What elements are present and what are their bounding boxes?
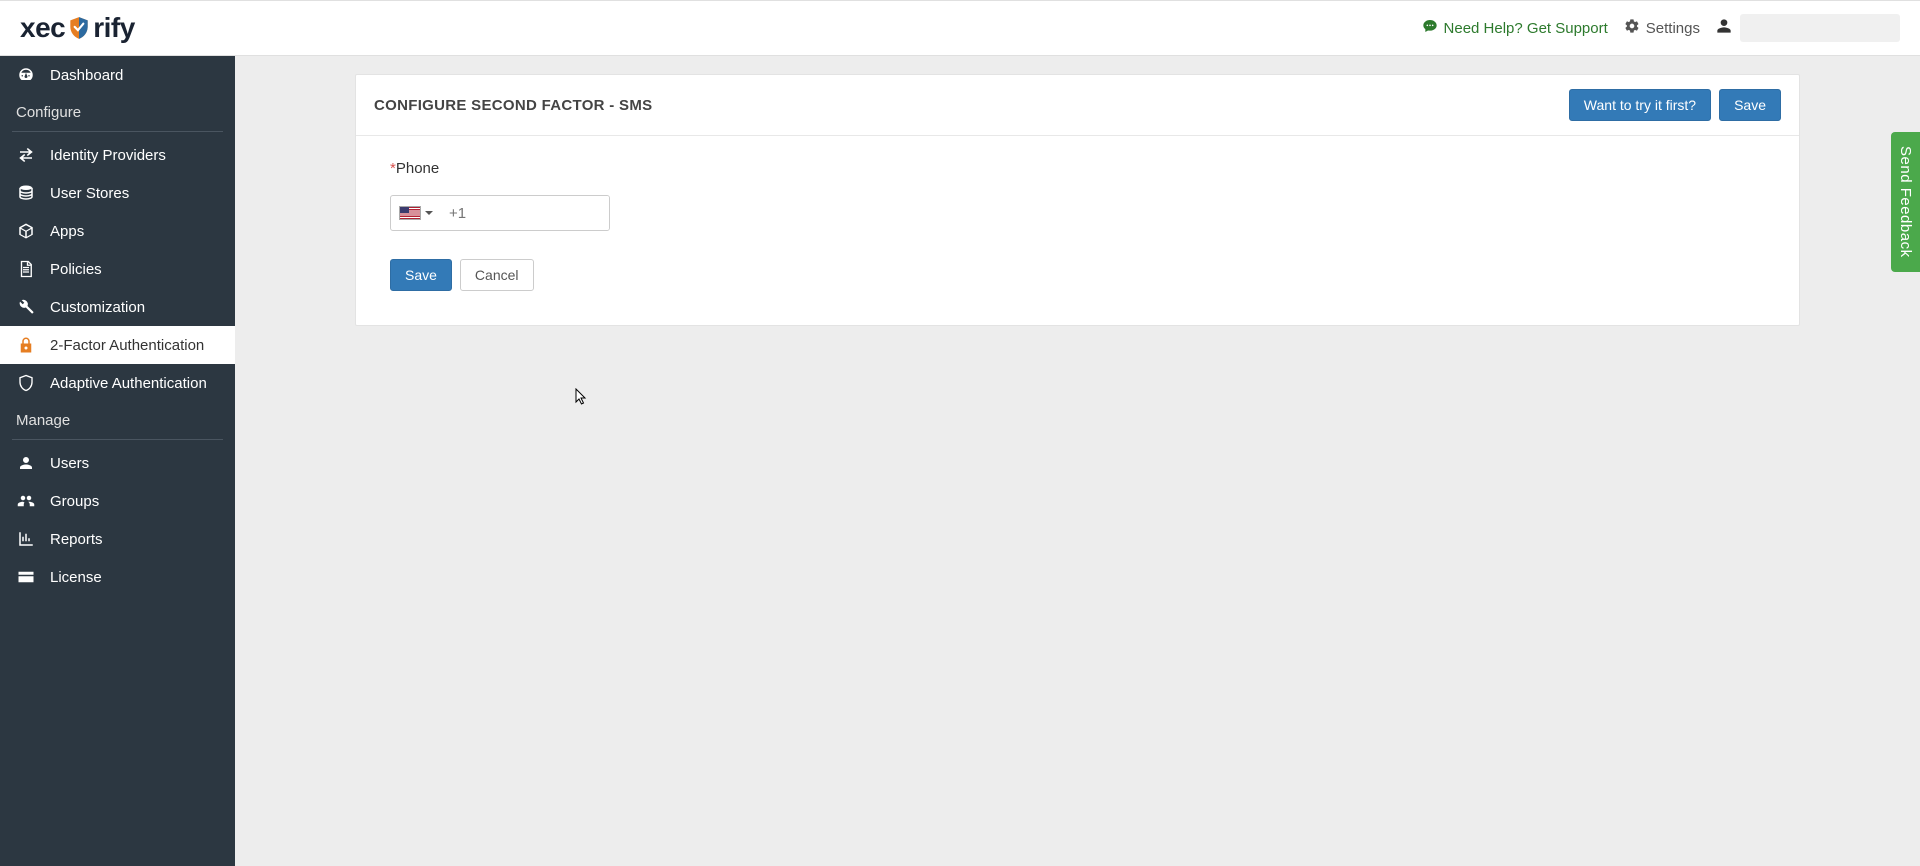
sidebar-label: License [50, 569, 102, 586]
sidebar-item-adaptive-auth[interactable]: Adaptive Authentication [0, 364, 235, 402]
help-label: Need Help? Get Support [1444, 20, 1608, 37]
main-content: CONFIGURE SECOND FACTOR - SMS Want to tr… [235, 56, 1920, 866]
sidebar-item-apps[interactable]: Apps [0, 212, 235, 250]
dashboard-icon [16, 66, 36, 84]
phone-input[interactable] [441, 196, 610, 230]
divider [12, 131, 223, 132]
chart-icon [16, 530, 36, 548]
sidebar-item-dashboard[interactable]: Dashboard [0, 56, 235, 94]
sidebar-item-reports[interactable]: Reports [0, 520, 235, 558]
sidebar-label: Reports [50, 531, 103, 548]
panel-body: *Phone Save Cancel [356, 136, 1799, 325]
gear-icon [1624, 18, 1640, 38]
sidebar-label: Identity Providers [50, 147, 166, 164]
sidebar-item-users[interactable]: Users [0, 444, 235, 482]
sidebar-item-2fa[interactable]: 2-Factor Authentication [0, 326, 235, 364]
us-flag-icon [399, 206, 421, 220]
phone-label-text: Phone [396, 160, 439, 177]
cancel-button[interactable]: Cancel [460, 259, 534, 291]
sidebar-section-manage: Manage [0, 402, 235, 435]
shield-icon [66, 15, 92, 41]
sidebar-item-user-stores[interactable]: User Stores [0, 174, 235, 212]
sidebar-section-configure: Configure [0, 94, 235, 127]
document-icon [16, 260, 36, 278]
sidebar-label: User Stores [50, 185, 129, 202]
sidebar-item-identity-providers[interactable]: Identity Providers [0, 136, 235, 174]
sidebar-label: 2-Factor Authentication [50, 337, 204, 354]
panel-actions: Want to try it first? Save [1569, 89, 1781, 121]
user-icon [1716, 18, 1732, 39]
save-top-button[interactable]: Save [1719, 89, 1781, 121]
sidebar-label: Apps [50, 223, 84, 240]
sidebar-label: Groups [50, 493, 99, 510]
help-support-link[interactable]: Need Help? Get Support [1422, 18, 1608, 38]
settings-label: Settings [1646, 20, 1700, 37]
try-first-button[interactable]: Want to try it first? [1569, 89, 1711, 121]
cube-icon [16, 222, 36, 240]
topbar: xec rify Need Help? Get Support Settings [0, 0, 1920, 56]
sidebar-item-groups[interactable]: Groups [0, 482, 235, 520]
group-icon [16, 492, 36, 510]
sidebar-label: Policies [50, 261, 102, 278]
form-actions: Save Cancel [390, 259, 1765, 291]
card-icon [16, 568, 36, 586]
shield-small-icon [16, 374, 36, 392]
chat-icon [1422, 18, 1438, 38]
sidebar-label: Users [50, 455, 89, 472]
sidebar-item-license[interactable]: License [0, 558, 235, 596]
user-name-placeholder [1740, 14, 1900, 42]
save-button[interactable]: Save [390, 259, 452, 291]
logo-text-suffix: rify [93, 12, 135, 44]
sidebar-label: Dashboard [50, 67, 123, 84]
logo-text-prefix: xec [20, 12, 65, 44]
panel-title: CONFIGURE SECOND FACTOR - SMS [374, 97, 652, 114]
sidebar-item-customization[interactable]: Customization [0, 288, 235, 326]
panel-header: CONFIGURE SECOND FACTOR - SMS Want to tr… [356, 75, 1799, 136]
sidebar-item-policies[interactable]: Policies [0, 250, 235, 288]
database-icon [16, 184, 36, 202]
phone-input-group [390, 195, 610, 231]
topbar-right: Need Help? Get Support Settings [1422, 14, 1900, 42]
person-icon [16, 454, 36, 472]
wrench-icon [16, 298, 36, 316]
sidebar-label: Adaptive Authentication [50, 375, 207, 392]
sidebar-label: Customization [50, 299, 145, 316]
chevron-down-icon [425, 211, 433, 215]
configure-sms-panel: CONFIGURE SECOND FACTOR - SMS Want to tr… [355, 74, 1800, 326]
user-menu[interactable] [1716, 14, 1900, 42]
send-feedback-tab[interactable]: Send Feedback [1891, 132, 1920, 272]
brand-logo[interactable]: xec rify [20, 12, 135, 44]
sidebar: Dashboard Configure Identity Providers U… [0, 56, 235, 866]
country-selector[interactable] [391, 196, 441, 230]
divider [12, 439, 223, 440]
exchange-icon [16, 146, 36, 164]
phone-label: *Phone [390, 160, 1765, 177]
settings-link[interactable]: Settings [1624, 18, 1700, 38]
lock-icon [16, 336, 36, 354]
